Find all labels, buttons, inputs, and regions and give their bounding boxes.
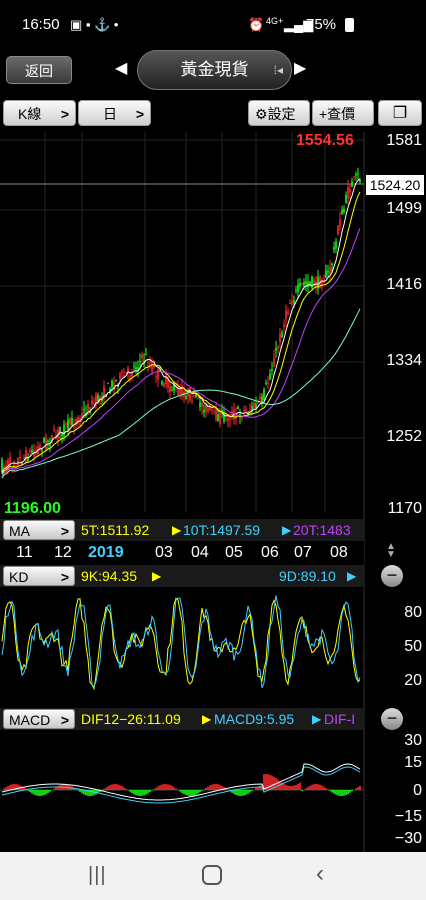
alarm-icon: ⏰ xyxy=(248,17,265,32)
macd-dif-value: DIF12−26:11.09 xyxy=(81,711,181,727)
status-time: 16:50 xyxy=(22,16,60,33)
nav-bar: 返回 ◀ 黃金現貨 ⁞◂ ▶ xyxy=(0,44,426,96)
grid-lines xyxy=(0,132,364,512)
kd-select[interactable]: KD > xyxy=(3,566,75,586)
price-tick: 1581 xyxy=(386,132,422,149)
chart-type-select[interactable]: K線 > xyxy=(3,100,76,126)
price-tick: 1334 xyxy=(386,352,422,369)
time-label: 08 xyxy=(330,544,348,561)
page-title[interactable]: 黃金現貨 ⁞◂ xyxy=(137,50,292,90)
home-icon[interactable] xyxy=(202,865,222,885)
low-price-label: 1196.00 xyxy=(4,500,61,517)
time-label: 04 xyxy=(191,544,209,561)
battery-icon xyxy=(345,18,354,32)
ma5-value: 5T:1511.92 xyxy=(81,522,150,538)
gear-icon: ⚙ xyxy=(255,106,268,122)
caret-icon: ▶ xyxy=(172,523,182,537)
caret-icon: ▶ xyxy=(282,523,292,537)
macd-tick: 30 xyxy=(404,732,422,749)
price-tick: 1499 xyxy=(386,200,422,217)
time-label: 07 xyxy=(294,544,312,561)
network-label: 4G+ xyxy=(266,16,284,26)
price-tick: 1416 xyxy=(386,276,422,293)
chevron-right-icon: > xyxy=(60,569,69,585)
system-nav-bar: ||| ‹ xyxy=(0,852,426,900)
price-tick: 1170 xyxy=(387,500,422,517)
settings-label: 設定 xyxy=(267,106,296,122)
current-price-tag: 1524.20 xyxy=(366,175,424,195)
macd-plot xyxy=(0,763,364,804)
kd-label: KD xyxy=(9,569,29,585)
caret-icon: ▶ xyxy=(202,712,212,726)
chevron-right-icon: > xyxy=(60,106,69,122)
chevron-right-icon: > xyxy=(135,106,144,122)
macd-tick: −30 xyxy=(394,830,422,847)
time-axis: 11 12 2019 03 04 05 06 07 08 xyxy=(0,542,364,564)
next-arrow-icon[interactable]: ▶ xyxy=(294,58,306,78)
settings-button[interactable]: ⚙設定 xyxy=(248,100,310,126)
ma10-value: 10T:1497.59 xyxy=(183,522,261,538)
time-label: 05 xyxy=(225,544,243,561)
candlesticks xyxy=(1,167,361,475)
caret-icon: ▶ xyxy=(347,569,357,583)
remove-kd-button[interactable]: − xyxy=(381,565,403,587)
query-price-button[interactable]: +查價 xyxy=(312,100,374,126)
drag-handle-icon: ⁞◂ xyxy=(273,63,283,77)
time-label-year: 2019 xyxy=(88,544,124,561)
time-label: 06 xyxy=(261,544,279,561)
back-button[interactable]: 返回 xyxy=(6,56,72,84)
kd-d-value: 9D:89.10 xyxy=(279,568,336,584)
high-price-label: 1554.56 xyxy=(296,132,354,149)
kd-lines xyxy=(1,595,361,691)
chart-toolbar: K線 > 日 > ⚙設定 +查價 ❐ xyxy=(0,96,426,132)
chevron-right-icon: > xyxy=(60,712,69,728)
ma-select[interactable]: MA > xyxy=(3,520,75,540)
macd-label: MACD xyxy=(9,712,51,728)
chart-type-label: K線 xyxy=(18,106,42,122)
time-label: 03 xyxy=(155,544,173,561)
time-label: 12 xyxy=(54,544,72,561)
chevron-right-icon: > xyxy=(60,523,69,539)
macd-tick: −15 xyxy=(394,808,422,825)
caret-icon: ▶ xyxy=(312,712,322,726)
macd-select[interactable]: MACD > xyxy=(3,709,75,729)
price-tick: 1252 xyxy=(386,428,422,445)
macd-signal-value: MACD9:5.95 xyxy=(214,711,295,727)
notification-icons: ▣ ▪ ⚓ • xyxy=(70,17,119,32)
period-label: 日 xyxy=(103,106,117,122)
recent-apps-icon[interactable]: ||| xyxy=(88,864,107,887)
time-label: 11 xyxy=(16,544,33,561)
kd-k-value: 9K:94.35 xyxy=(81,568,138,584)
ma20-value: 20T:1483 xyxy=(293,522,351,538)
kd-tick: 50 xyxy=(404,638,422,655)
kd-tick: 20 xyxy=(404,672,422,689)
scroll-updown-icon[interactable]: ▲ ▼ xyxy=(386,542,396,560)
status-bar: 16:50 ▣ ▪ ⚓ • ⏰ 4G+ ▂▄▆ 75% xyxy=(0,0,426,44)
prev-arrow-icon[interactable]: ◀ xyxy=(115,58,127,78)
kd-tick: 80 xyxy=(404,604,422,621)
caret-icon: ▶ xyxy=(152,569,162,583)
macd-osc-value: DIF-I xyxy=(324,711,356,727)
period-select[interactable]: 日 > xyxy=(78,100,151,126)
remove-macd-button[interactable]: − xyxy=(381,708,403,730)
back-icon[interactable]: ‹ xyxy=(316,860,324,888)
battery-percent: 75% xyxy=(306,16,337,33)
ma-label: MA xyxy=(9,523,30,539)
macd-tick: 0 xyxy=(413,782,422,799)
cards-icon[interactable]: ❐ xyxy=(378,100,422,126)
title-text: 黃金現貨 xyxy=(180,60,249,79)
macd-tick: 15 xyxy=(404,754,422,771)
